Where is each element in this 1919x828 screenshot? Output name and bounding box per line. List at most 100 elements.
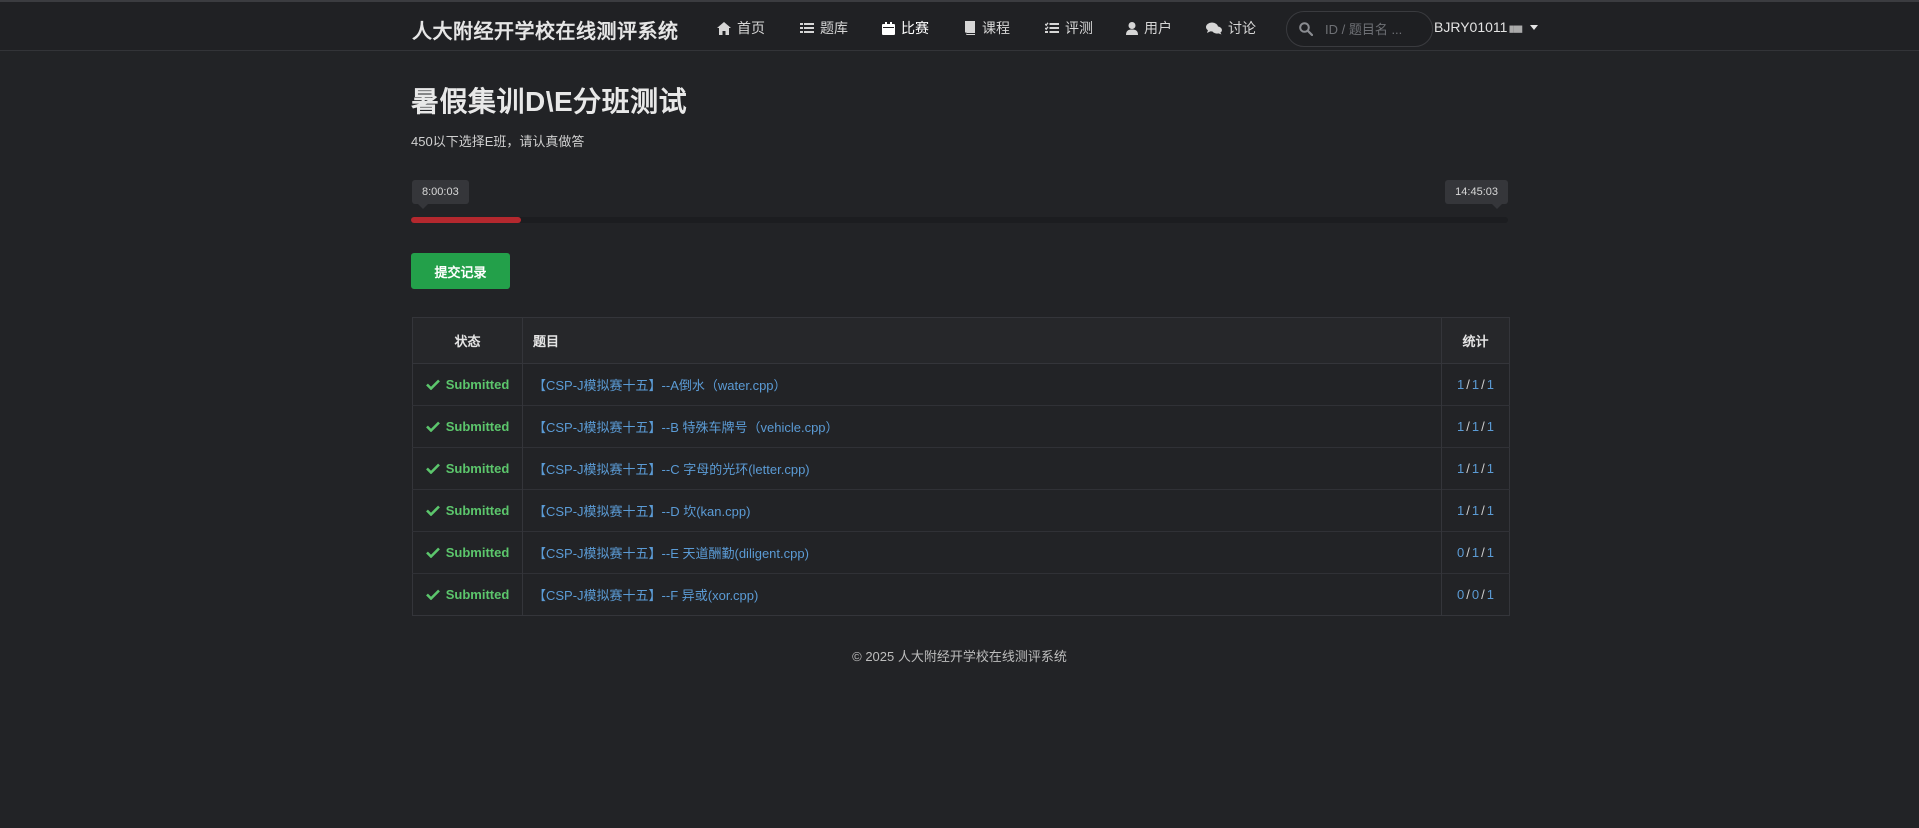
book-icon — [965, 21, 975, 35]
stat-submitted[interactable]: 1 — [1472, 461, 1479, 476]
problem-link[interactable]: 【CSP-J模拟赛十五】--E 天道酬勤(diligent.cpp) — [533, 546, 809, 561]
table-row: Submitted 【CSP-J模拟赛十五】--E 天道酬勤(diligent.c… — [412, 531, 1510, 574]
check-icon — [425, 379, 440, 390]
problem-link[interactable]: 【CSP-J模拟赛十五】--C 字母的光环(letter.cpp) — [533, 462, 810, 477]
title-cell: 【CSP-J模拟赛十五】--E 天道酬勤(diligent.cpp) — [522, 531, 1442, 574]
user-icon — [1126, 21, 1138, 35]
stat-accepted[interactable]: 0 — [1457, 587, 1464, 602]
stat-total[interactable]: 1 — [1487, 545, 1494, 560]
calendar-icon — [882, 21, 895, 35]
status-link[interactable]: Submitted — [425, 586, 510, 602]
stats-cell: 1/1/1 — [1441, 489, 1510, 532]
comments-icon — [1206, 22, 1222, 34]
status-cell: Submitted — [412, 573, 523, 616]
status-cell: Submitted — [412, 447, 523, 490]
search-icon — [1299, 22, 1313, 36]
stat-accepted[interactable]: 1 — [1457, 377, 1464, 392]
stat-separator: / — [1466, 587, 1470, 602]
stats-cell: 0/0/1 — [1441, 573, 1510, 616]
status-link[interactable]: Submitted — [425, 376, 510, 392]
nav-judge[interactable]: 评测 — [1045, 17, 1093, 39]
nav-problems[interactable]: 题库 — [800, 17, 848, 39]
stat-submitted[interactable]: 1 — [1472, 545, 1479, 560]
status-link[interactable]: Submitted — [425, 460, 510, 476]
stat-total[interactable]: 1 — [1487, 503, 1494, 518]
problem-link[interactable]: 【CSP-J模拟赛十五】--A倒水（water.cpp） — [533, 378, 787, 393]
contest-start-time: 8:00:03 — [412, 180, 469, 209]
site-brand[interactable]: 人大附经开学校在线测评系统 — [412, 15, 679, 44]
status-link[interactable]: Submitted — [425, 502, 510, 518]
top-navbar: 人大附经开学校在线测评系统 首页 题库 比赛 课程 评测 用户 讨论 BJRY0… — [0, 0, 1919, 51]
stat-total[interactable]: 1 — [1487, 461, 1494, 476]
stat-total[interactable]: 1 — [1487, 419, 1494, 434]
nav-courses-label: 课程 — [982, 20, 1010, 36]
table-row: Submitted 【CSP-J模拟赛十五】--B 特殊车牌号（vehicle.c… — [412, 405, 1510, 448]
nav-problems-label: 题库 — [820, 20, 848, 36]
stats-cell: 0/1/1 — [1441, 531, 1510, 574]
status-text: Submitted — [445, 586, 510, 602]
footer-copyright: © 2025 人大附经开学校在线测评系统 — [852, 649, 1067, 664]
contest-progress-bar — [411, 217, 1508, 223]
search-input[interactable] — [1323, 20, 1418, 38]
table-header-row: 状态 题目 统计 — [412, 317, 1510, 364]
problem-link[interactable]: 【CSP-J模拟赛十五】--B 特殊车牌号（vehicle.cpp） — [533, 420, 839, 435]
stat-accepted[interactable]: 1 — [1457, 419, 1464, 434]
contest-end-time: 14:45:03 — [1445, 180, 1508, 209]
caret-down-icon — [1530, 24, 1539, 30]
problem-link[interactable]: 【CSP-J模拟赛十五】--F 异或(xor.cpp) — [533, 588, 758, 603]
username: BJRY01011 — [1434, 19, 1508, 35]
title-cell: 【CSP-J模拟赛十五】--B 特殊车牌号（vehicle.cpp） — [522, 405, 1442, 448]
contest-description: 450以下选择E班，请认真做答 — [411, 134, 585, 149]
status-link[interactable]: Submitted — [425, 544, 510, 560]
stat-separator: / — [1481, 503, 1485, 518]
nav-contests[interactable]: 比赛 — [882, 17, 929, 39]
table-row: Submitted 【CSP-J模拟赛十五】--F 异或(xor.cpp) 0/0/… — [412, 573, 1510, 616]
stat-separator: / — [1481, 545, 1485, 560]
nav-home-label: 首页 — [737, 20, 765, 36]
stat-submitted[interactable]: 1 — [1472, 419, 1479, 434]
status-text: Submitted — [445, 376, 510, 392]
header-title: 题目 — [522, 317, 1442, 364]
search-box[interactable] — [1286, 11, 1433, 47]
stat-submitted[interactable]: 0 — [1472, 587, 1479, 602]
nav-discussion[interactable]: 讨论 — [1206, 17, 1256, 39]
stat-separator: / — [1466, 419, 1470, 434]
home-icon — [717, 21, 731, 35]
user-menu[interactable]: BJRY01011 ███ — [1434, 19, 1539, 35]
stat-separator: / — [1466, 377, 1470, 392]
table-row: Submitted 【CSP-J模拟赛十五】--C 字母的光环(letter.cp… — [412, 447, 1510, 490]
stat-total[interactable]: 1 — [1487, 587, 1494, 602]
status-text: Submitted — [445, 502, 510, 518]
problem-table: 状态 题目 统计 Submitted 【CSP-J模拟赛十五】--A倒水（wate… — [412, 317, 1510, 616]
header-status: 状态 — [412, 317, 523, 364]
stat-separator: / — [1481, 461, 1485, 476]
stat-submitted[interactable]: 1 — [1472, 503, 1479, 518]
check-icon — [425, 463, 440, 474]
stat-separator: / — [1481, 587, 1485, 602]
stat-total[interactable]: 1 — [1487, 377, 1494, 392]
stat-separator: / — [1481, 377, 1485, 392]
contest-title: 暑假集训D\E分班测试 — [411, 86, 688, 117]
stat-separator: / — [1466, 503, 1470, 518]
status-text: Submitted — [445, 460, 510, 476]
stats-cell: 1/1/1 — [1441, 363, 1510, 406]
status-cell: Submitted — [412, 363, 523, 406]
nav-judge-label: 评测 — [1065, 20, 1093, 36]
stat-accepted[interactable]: 1 — [1457, 503, 1464, 518]
check-icon — [425, 505, 440, 516]
status-text: Submitted — [445, 418, 510, 434]
status-text: Submitted — [445, 544, 510, 560]
table-row: Submitted 【CSP-J模拟赛十五】--D 坎(kan.cpp) 1/1/1 — [412, 489, 1510, 532]
stat-accepted[interactable]: 0 — [1457, 545, 1464, 560]
list-icon — [800, 23, 814, 33]
username-suffix: ███ — [1509, 27, 1523, 33]
stat-accepted[interactable]: 1 — [1457, 461, 1464, 476]
status-link[interactable]: Submitted — [425, 418, 510, 434]
submissions-button[interactable]: 提交记录 — [411, 253, 510, 289]
problem-link[interactable]: 【CSP-J模拟赛十五】--D 坎(kan.cpp) — [533, 504, 750, 519]
stat-submitted[interactable]: 1 — [1472, 377, 1479, 392]
stat-separator: / — [1466, 461, 1470, 476]
nav-home[interactable]: 首页 — [717, 17, 765, 39]
nav-users[interactable]: 用户 — [1126, 17, 1172, 39]
nav-courses[interactable]: 课程 — [964, 17, 1010, 39]
